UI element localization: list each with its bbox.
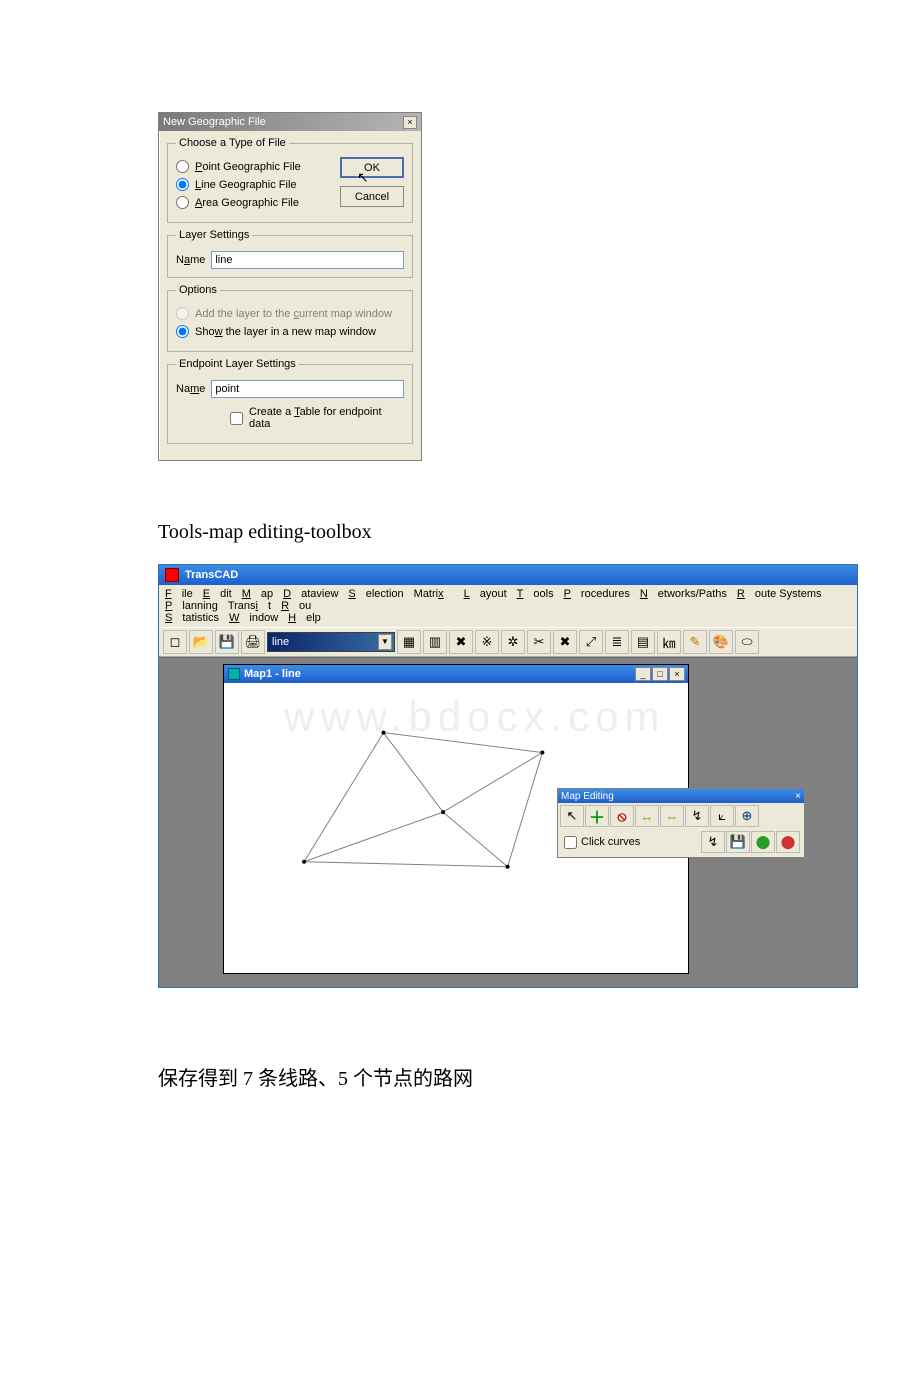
endpoint-legend: Endpoint Layer Settings	[176, 358, 299, 370]
minimize-button[interactable]: _	[635, 667, 651, 681]
info-button[interactable]: ✖	[553, 630, 577, 654]
app-title: TransCAD	[185, 569, 238, 581]
red-light-button[interactable]: ⬤	[776, 831, 800, 853]
map-window-title: Map1 - line	[244, 668, 301, 680]
split-tool[interactable]: ⇔	[660, 805, 684, 827]
menu-window[interactable]: Window	[229, 612, 278, 624]
save-edits-button[interactable]: 💾	[726, 831, 750, 853]
radio-area[interactable]	[176, 196, 189, 209]
join-tool[interactable]: ↔	[635, 805, 659, 827]
create-table-checkbox[interactable]	[230, 412, 243, 425]
radio-point[interactable]	[176, 160, 189, 173]
map-editing-toolbox: Map Editing × ↖＋⦸↔⇔↯⟀⊕ Click curves ↯💾⬤⬤	[557, 788, 805, 858]
group-options: Options Add the layer to the current map…	[167, 284, 413, 352]
scale-button[interactable]: ㎞	[657, 630, 681, 654]
radio-add-current	[176, 307, 189, 320]
radio-add-current-label: Add the layer to the current map window	[195, 308, 392, 320]
menu-matrix[interactable]: Matrix	[414, 588, 454, 600]
menu-edit[interactable]: Edit	[203, 588, 232, 600]
options-legend: Options	[176, 284, 220, 296]
zoom-full-button[interactable]: ✲	[501, 630, 525, 654]
menu-routesystems[interactable]: Route Systems	[737, 588, 822, 600]
dialog-titlebar: New Geographic File ×	[159, 113, 421, 131]
menubar: File Edit Map Dataview Selection Matrix Layout…	[159, 585, 857, 627]
select-button[interactable]: ⤢	[579, 630, 603, 654]
maximize-button[interactable]: □	[652, 667, 668, 681]
zoom-box-button[interactable]: ※	[475, 630, 499, 654]
body-text-tools: Tools-map editing-toolbox	[158, 521, 920, 544]
undo-button[interactable]: ↯	[701, 831, 725, 853]
app-titlebar: TransCAD	[159, 565, 857, 585]
green-light-button[interactable]: ⬤	[751, 831, 775, 853]
attributes-tool[interactable]: ⊕	[735, 805, 759, 827]
toolbar: ◻📂💾🖨line▼▦▥✖※✲✂✖⤢≣▤㎞✎🎨⬭	[159, 627, 857, 657]
workspace: Map1 - line _ □ × www.bdocx.com	[159, 657, 857, 987]
color-button[interactable]: 🎨	[709, 630, 733, 654]
pencil-button[interactable]: ✎	[683, 630, 707, 654]
radio-line[interactable]	[176, 178, 189, 191]
menu-layout[interactable]: Layout	[464, 588, 507, 600]
radio-line-label: Line Geographic File	[195, 179, 297, 191]
menu-networkspaths[interactable]: Networks/Paths	[640, 588, 727, 600]
delete-tool[interactable]: ⦸	[610, 805, 634, 827]
pan-button[interactable]: ✖	[449, 630, 473, 654]
table-button[interactable]: ▤	[631, 630, 655, 654]
print-button[interactable]: 🖨	[241, 630, 265, 654]
group-type-of-file: Choose a Type of File Point Geographic F…	[167, 137, 413, 223]
zoom-prev-button[interactable]: ✂	[527, 630, 551, 654]
menu-planning[interactable]: Planning	[165, 600, 218, 612]
menu-procedures[interactable]: Procedures	[564, 588, 630, 600]
menu-rou[interactable]: Rou	[281, 600, 311, 612]
cancel-button[interactable]: Cancel	[340, 186, 404, 207]
dialog-title: New Geographic File	[163, 116, 266, 128]
new-file-button[interactable]: ◻	[163, 630, 187, 654]
layer-combo[interactable]: line▼	[267, 632, 395, 652]
menu-tools[interactable]: Tools	[517, 588, 554, 600]
group-layer-settings: Layer Settings Name	[167, 229, 413, 278]
layers-button[interactable]: ▦	[397, 630, 421, 654]
click-curves-checkbox[interactable]	[564, 836, 577, 849]
layer-name-input[interactable]	[211, 251, 404, 269]
app-icon	[165, 568, 179, 582]
open-file-button[interactable]: 📂	[189, 630, 213, 654]
radio-new-window[interactable]	[176, 325, 189, 338]
transcad-app-window: TransCAD File Edit Map Dataview Selection Mat…	[158, 564, 858, 988]
endpoint-name-label: Name	[176, 383, 205, 395]
ellipse-button[interactable]: ⬭	[735, 630, 759, 654]
new-geo-file-dialog: New Geographic File × Choose a Type of F…	[158, 112, 422, 461]
editing-title: Map Editing	[561, 791, 614, 802]
menu-file[interactable]: File	[165, 588, 193, 600]
ok-button[interactable]: OK	[340, 157, 404, 178]
move-node-tool[interactable]: ↯	[685, 805, 709, 827]
legend-button[interactable]: ▥	[423, 630, 447, 654]
map-icon	[228, 668, 240, 680]
menu-dataview[interactable]: Dataview	[283, 588, 338, 600]
close-icon[interactable]: ×	[403, 116, 417, 129]
radio-new-window-label: Show the layer in a new map window	[195, 326, 376, 338]
menu-selection[interactable]: Selection	[348, 588, 403, 600]
body-text-cn: 保存得到 7 条线路、5 个节点的路网	[158, 1062, 920, 1091]
chevron-down-icon[interactable]: ▼	[378, 634, 392, 650]
save-button[interactable]: 💾	[215, 630, 239, 654]
click-curves-label: Click curves	[581, 836, 640, 848]
layer-name-label: Name	[176, 254, 205, 266]
label-button[interactable]: ≣	[605, 630, 629, 654]
editing-close-icon[interactable]: ×	[795, 791, 801, 802]
radio-point-label: Point Geographic File	[195, 161, 301, 173]
close-button[interactable]: ×	[669, 667, 685, 681]
menu-transit[interactable]: Transit	[228, 600, 271, 612]
menu-help[interactable]: Help	[288, 612, 321, 624]
reshape-tool[interactable]: ⟀	[710, 805, 734, 827]
menu-map[interactable]: Map	[242, 588, 273, 600]
endpoint-name-input[interactable]	[211, 380, 404, 398]
layer-settings-legend: Layer Settings	[176, 229, 252, 241]
group-endpoint-settings: Endpoint Layer Settings Name Create a Ta…	[167, 358, 413, 444]
menu-statistics[interactable]: Statistics	[165, 612, 219, 624]
create-table-label: Create a Table for endpoint data	[249, 406, 404, 430]
add-tool[interactable]: ＋	[585, 805, 609, 827]
radio-area-label: Area Geographic File	[195, 197, 299, 209]
group-type-legend: Choose a Type of File	[176, 137, 289, 149]
pointer-tool[interactable]: ↖	[560, 805, 584, 827]
